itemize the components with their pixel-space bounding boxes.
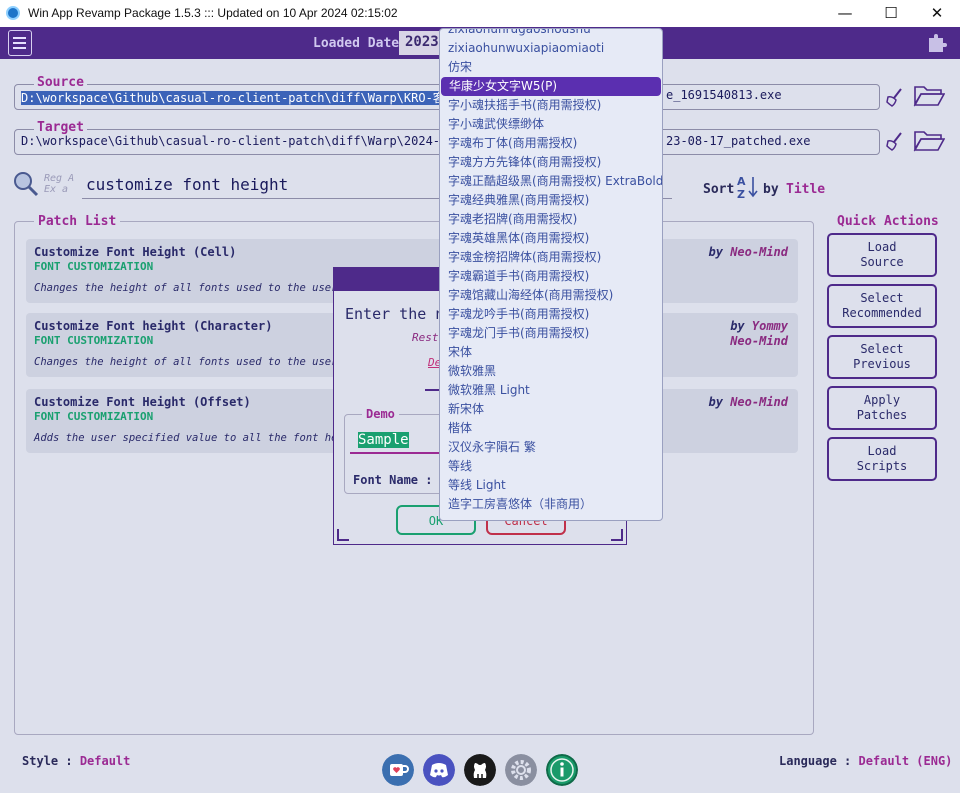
kofi-icon[interactable] [382, 754, 414, 786]
font-option[interactable]: 字魂金榜招牌体(商用需授权) [440, 248, 662, 267]
resize-grip-icon[interactable] [611, 529, 623, 541]
font-option[interactable]: 字魂龙吟手书(商用需授权) [440, 305, 662, 324]
source-path-selected-text: D:\workspace\Github\casual-ro-client-pat… [21, 91, 493, 105]
app-icon [6, 5, 20, 20]
demo-label: Demo [362, 407, 399, 421]
settings-icon[interactable] [505, 754, 537, 786]
clear-broom-icon[interactable] [883, 86, 905, 108]
source-label: Source [34, 75, 87, 90]
font-option[interactable]: 微软雅黑 [440, 362, 662, 381]
loaded-date-label: Loaded Date [313, 36, 400, 51]
svg-text:A: A [737, 175, 746, 188]
font-option[interactable]: 楷体 [440, 419, 662, 438]
sort-by-label: by [763, 182, 779, 197]
target-path-tail: 23-08-17_patched.exe [660, 131, 860, 153]
patch-author: by Neo-Mind [708, 245, 788, 259]
font-option[interactable]: 汉仪永字隕石 繁 [440, 438, 662, 457]
font-option[interactable]: 等线 [440, 457, 662, 476]
patch-author: by Yommy Neo-Mind [730, 319, 788, 348]
language-selector[interactable]: Language : Default (ENG) [779, 754, 952, 768]
sort-az-icon[interactable]: A Z [735, 173, 759, 201]
patch-list-title: Patch List [34, 214, 121, 229]
info-icon[interactable] [546, 754, 578, 786]
font-option[interactable]: zixiaohunrugaoshoushu [440, 29, 662, 39]
target-label: Target [34, 120, 87, 135]
font-option[interactable]: 等线 Light [440, 476, 662, 495]
target-path-text: D:\workspace\Github\casual-ro-client-pat… [21, 134, 491, 148]
font-option[interactable]: 字魂方方先锋体(商用需授权) [440, 153, 662, 172]
close-button[interactable]: ✕ [914, 0, 960, 25]
apply-patches-button[interactable]: Apply Patches [827, 386, 937, 430]
font-option[interactable]: 造字工房喜悠体（非商用） [440, 495, 662, 514]
font-option[interactable]: 字魂英雄黑体(商用需授权) [440, 229, 662, 248]
font-option[interactable]: 宋体 [440, 343, 662, 362]
patch-category: FONT CUSTOMIZATION [34, 260, 154, 273]
patch-author: by Neo-Mind [708, 395, 788, 409]
quick-actions-title: Quick Actions [837, 214, 939, 229]
font-option[interactable]: 字小魂扶摇手书(商用需授权) [440, 96, 662, 115]
resize-grip-icon[interactable] [337, 529, 349, 541]
font-name-label: Font Name : [353, 473, 433, 487]
select-previous-button[interactable]: Select Previous [827, 335, 937, 379]
source-folder-icon[interactable] [913, 82, 945, 108]
font-option[interactable]: 字魂馆藏山海经体(商用需授权) [440, 286, 662, 305]
target-folder-icon[interactable] [913, 127, 945, 153]
font-name-dropdown-list[interactable]: zixiaohunrugaoshoushu zixiaohunwuxiapiao… [439, 28, 663, 521]
menu-icon[interactable] [8, 30, 32, 56]
font-option[interactable]: 字魂布丁体(商用需授权) [440, 134, 662, 153]
sort-by-value[interactable]: Title [786, 182, 825, 197]
patch-name: Customize Font Height (Cell) [34, 245, 237, 259]
select-recommended-button[interactable]: Select Recommended [827, 284, 937, 328]
puzzle-icon[interactable] [926, 30, 950, 54]
clear-broom-icon[interactable] [883, 130, 905, 152]
loaded-date-value[interactable]: 2023 [399, 31, 444, 55]
github-icon[interactable] [464, 754, 496, 786]
window-controls: — ☐ ✕ [822, 0, 960, 25]
search-icon [14, 172, 39, 197]
source-path-tail: e_1691540813.exe [660, 86, 860, 108]
font-option[interactable]: 字魂龙门手书(商用需授权) [440, 324, 662, 343]
patch-name: Customize Font height (Character) [34, 319, 273, 333]
window-title: Win App Revamp Package 1.5.3 ::: Updated… [28, 5, 398, 20]
regex-toggle[interactable]: Reg A Ex a [44, 173, 74, 195]
font-option-selected[interactable]: 华康少女文字W5(P) [441, 77, 661, 96]
patch-category: FONT CUSTOMIZATION [34, 410, 154, 423]
maximize-button[interactable]: ☐ [868, 0, 914, 25]
dialog-value-field[interactable] [425, 389, 439, 391]
load-source-button[interactable]: Load Source [827, 233, 937, 277]
font-option[interactable]: 仿宋 [440, 58, 662, 77]
patch-category: FONT CUSTOMIZATION [34, 334, 154, 347]
font-option[interactable]: 字小魂武侠缥缈体 [440, 115, 662, 134]
font-option[interactable]: 字魂霸道手书(商用需授权) [440, 267, 662, 286]
dialog-prompt: Enter the ne [345, 305, 454, 323]
minimize-button[interactable]: — [822, 0, 868, 25]
font-option[interactable]: 字魂老招牌(商用需授权) [440, 210, 662, 229]
discord-icon[interactable] [423, 754, 455, 786]
load-scripts-button[interactable]: Load Scripts [827, 437, 937, 481]
patch-name: Customize Font Height (Offset) [34, 395, 251, 409]
font-option[interactable]: 新宋体 [440, 400, 662, 419]
font-option[interactable]: 字魂正酷超级黑(商用需授权) ExtraBold [440, 172, 662, 191]
sort-label: Sort [703, 182, 735, 197]
font-option[interactable]: zixiaohunwuxiapiaomiaoti [440, 39, 662, 58]
font-option[interactable]: 微软雅黑 Light [440, 381, 662, 400]
svg-text:Z: Z [737, 188, 745, 201]
window-title-bar: Win App Revamp Package 1.5.3 ::: Updated… [0, 0, 960, 25]
font-option[interactable]: 字魂经典雅黑(商用需授权) [440, 191, 662, 210]
style-selector[interactable]: Style : Default [22, 754, 130, 768]
